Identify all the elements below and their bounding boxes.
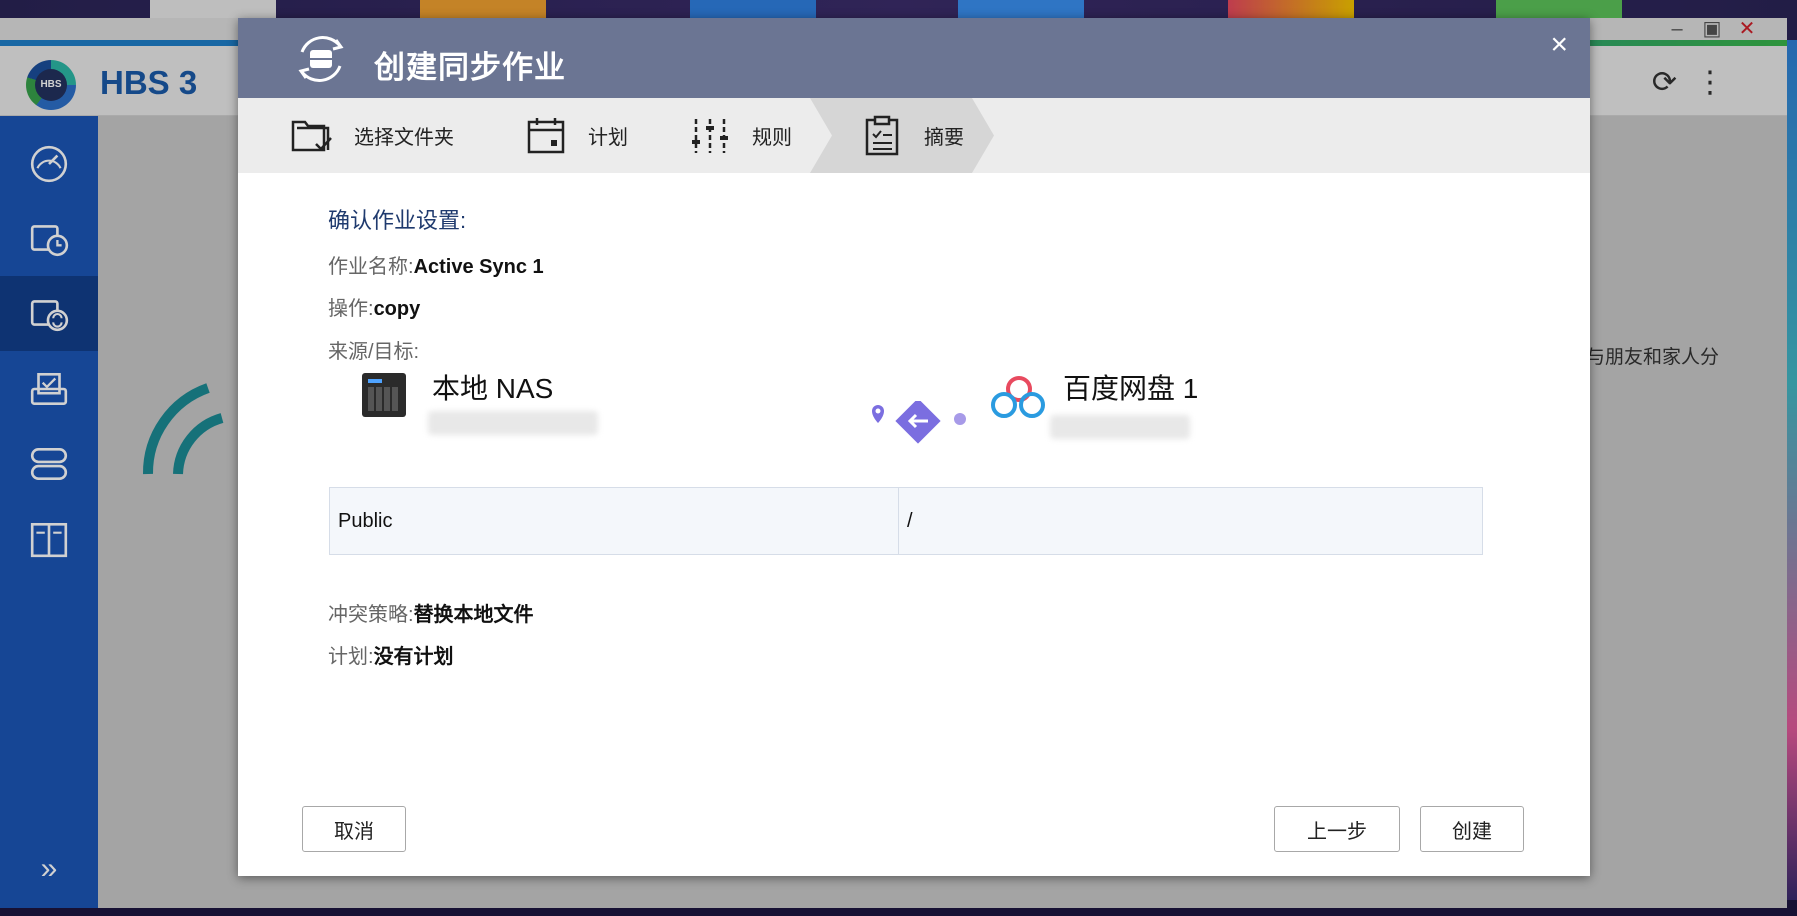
previous-step-button[interactable]: 上一步 [1274, 806, 1400, 852]
target-path-cell: / [907, 510, 913, 532]
create-sync-job-dialog: 创建同步作业 × 选择文件夹 计划 规则 摘要 确认作业设置: 作业名称:Act… [238, 18, 1590, 876]
conflict-policy-row: 冲突策略:替换本地文件 [328, 598, 534, 627]
close-icon[interactable]: × [1550, 28, 1568, 62]
clipboard-icon [860, 114, 904, 158]
schedule-row: 计划:没有计划 [328, 640, 454, 669]
create-button[interactable]: 创建 [1420, 806, 1524, 852]
job-name-row: 作业名称:Active Sync 1 [328, 250, 544, 279]
step-label: 规则 [752, 127, 792, 149]
confirm-settings-title: 确认作业设置: [328, 208, 467, 233]
operation-value: copy [373, 298, 421, 320]
sync-job-icon [298, 36, 344, 82]
step-label: 计划 [588, 127, 628, 149]
baidu-cloud-icon [991, 376, 1045, 418]
nas-icon [362, 373, 406, 417]
wizard-steps: 选择文件夹 计划 规则 摘要 [238, 98, 1590, 173]
step-select-folder[interactable]: 选择文件夹 [290, 98, 490, 173]
schedule-label: 计划: [328, 646, 374, 668]
job-name-value: Active Sync 1 [413, 256, 544, 278]
cancel-button[interactable]: 取消 [302, 806, 406, 852]
source-path-cell: Public [338, 510, 393, 532]
job-name-label: 作业名称: [328, 256, 414, 278]
conflict-policy-value: 替换本地文件 [413, 604, 534, 626]
step-label: 摘要 [924, 127, 964, 149]
folder-check-icon [291, 120, 332, 151]
step-schedule[interactable]: 计划 [524, 98, 644, 173]
operation-label: 操作: [328, 298, 374, 320]
step-rules[interactable]: 规则 [688, 98, 808, 173]
target-name: 百度网盘 1 [1063, 373, 1199, 404]
step-label: 选择文件夹 [354, 127, 454, 149]
sliders-icon [692, 118, 728, 153]
target-account-redacted [1050, 415, 1190, 439]
schedule-value: 没有计划 [373, 646, 454, 668]
calendar-icon [527, 117, 565, 153]
sync-direction-icon [872, 401, 966, 444]
source-name: 本地 NAS [432, 373, 554, 404]
dialog-title: 创建同步作业 [374, 50, 566, 85]
source-target-label: 来源/目标: [328, 341, 420, 363]
source-address-redacted [428, 411, 598, 435]
dialog-header: 创建同步作业 × [238, 18, 1590, 98]
operation-row: 操作:copy [328, 292, 420, 321]
step-summary[interactable]: 摘要 [810, 98, 994, 173]
folder-pair-table: Public / [329, 487, 1483, 555]
conflict-policy-label: 冲突策略: [328, 604, 414, 626]
